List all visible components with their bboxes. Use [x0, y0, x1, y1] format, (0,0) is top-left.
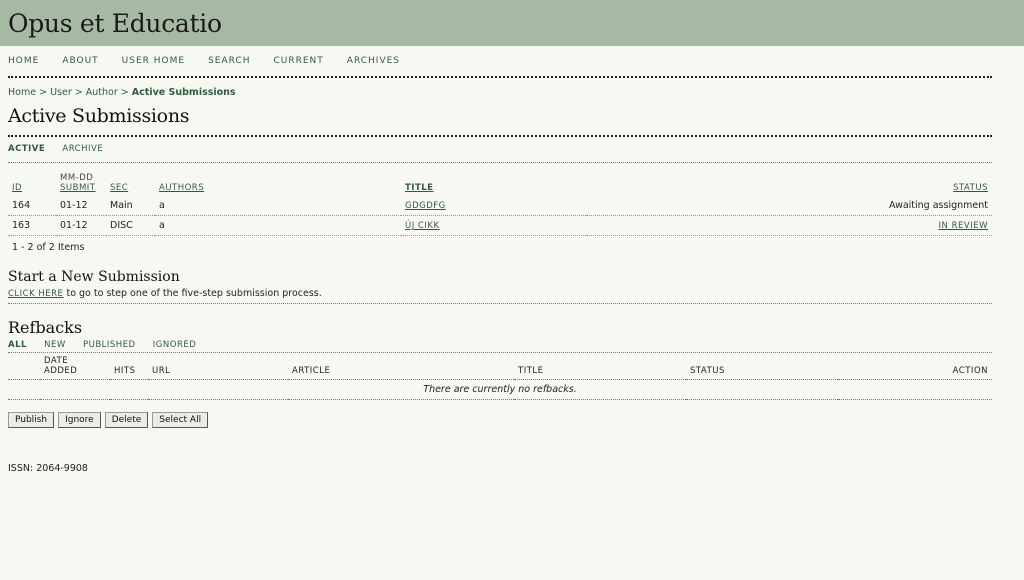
table-row: 164 01-12 Main a GDGDFG Awaiting assignm…	[8, 196, 992, 216]
cell-date: 01-12	[56, 215, 106, 236]
tab-archive[interactable]: ARCHIVE	[62, 144, 103, 154]
refback-article-header: ARTICLE	[292, 366, 331, 376]
main-content: HOME ABOUT USER HOME SEARCH CURRENT ARCH…	[8, 46, 992, 474]
tab-active[interactable]: ACTIVE	[8, 144, 45, 154]
refbacks-header-row: DATE ADDED HITS URL ARTICLE TITLE STATUS…	[8, 353, 992, 380]
refback-action-header: ACTION	[952, 366, 988, 376]
refback-tabs: ALL NEW PUBLISHED IGNORED	[8, 340, 992, 353]
nav-about[interactable]: ABOUT	[62, 56, 98, 66]
refback-url-header: URL	[152, 366, 171, 376]
table-header-row: ID MM-DD SUBMIT SEC AUTHORS TITLE STATUS	[8, 170, 992, 196]
issn-footer: ISSN: 2064-9908	[8, 463, 88, 474]
refback-title-header: TITLE	[518, 366, 544, 376]
no-refbacks-message: There are currently no refbacks.	[423, 384, 577, 395]
sort-title[interactable]: TITLE	[405, 183, 433, 193]
new-submission-text: CLICK HERE to go to step one of the five…	[8, 288, 992, 303]
top-nav: HOME ABOUT USER HOME SEARCH CURRENT ARCH…	[8, 46, 992, 78]
refback-tab-new[interactable]: NEW	[44, 340, 66, 350]
click-here-link[interactable]: CLICK HERE	[8, 289, 63, 299]
sort-section[interactable]: SEC	[110, 183, 128, 193]
cell-date: 01-12	[56, 196, 106, 216]
page-title: Active Submissions	[8, 105, 190, 127]
table-row: 163 01-12 DISC a ÚJ CIKK IN REVIEW	[8, 215, 992, 236]
breadcrumb-user[interactable]: User	[50, 87, 72, 98]
refbacks-table: DATE ADDED HITS URL ARTICLE TITLE STATUS…	[8, 353, 992, 400]
ignore-button[interactable]: Ignore	[58, 412, 101, 428]
sort-status[interactable]: STATUS	[953, 183, 988, 193]
refback-hits-header: HITS	[114, 366, 136, 376]
date-header-top: MM-DD	[60, 173, 94, 183]
breadcrumb-separator: >	[74, 87, 83, 98]
refbacks-empty-row: There are currently no refbacks.	[8, 379, 992, 400]
site-title: Opus et Educatio	[8, 8, 222, 38]
breadcrumb: Home > User > Author > Active Submission…	[8, 87, 992, 98]
items-count: 1 - 2 of 2 Items	[12, 242, 85, 253]
sort-submit-date[interactable]: SUBMIT	[60, 183, 95, 193]
cell-authors: a	[155, 196, 401, 216]
breadcrumb-separator: >	[39, 87, 48, 98]
nav-home[interactable]: HOME	[8, 56, 39, 66]
refback-date-header: ADDED	[44, 366, 78, 376]
cell-id: 163	[8, 215, 56, 236]
select-all-button[interactable]: Select All	[152, 412, 209, 428]
cell-section: DISC	[106, 215, 155, 236]
new-submission-heading: Start a New Submission	[8, 269, 180, 285]
nav-search[interactable]: SEARCH	[208, 56, 250, 66]
refback-tab-all[interactable]: ALL	[8, 340, 27, 350]
cell-id: 164	[8, 196, 56, 216]
refback-status-header: STATUS	[690, 366, 725, 376]
refback-date-top: DATE	[44, 356, 69, 366]
nav-current[interactable]: CURRENT	[273, 56, 323, 66]
cell-authors: a	[155, 215, 401, 236]
new-submission-description: to go to step one of the five-step submi…	[66, 288, 322, 299]
breadcrumb-home[interactable]: Home	[8, 87, 36, 98]
nav-user-home[interactable]: USER HOME	[122, 56, 185, 66]
refback-tab-ignored[interactable]: IGNORED	[153, 340, 196, 350]
status-link[interactable]: IN REVIEW	[939, 221, 988, 231]
breadcrumb-current[interactable]: Active Submissions	[132, 87, 236, 98]
cell-status: Awaiting assignment	[585, 196, 992, 216]
refbacks-heading: Refbacks	[8, 318, 83, 337]
sort-id[interactable]: ID	[12, 183, 22, 193]
submission-tabs: ACTIVE ARCHIVE	[8, 144, 992, 163]
delete-button[interactable]: Delete	[104, 412, 149, 428]
refback-actions: Publish Ignore Delete Select All	[8, 412, 992, 428]
sort-authors[interactable]: AUTHORS	[159, 183, 204, 193]
breadcrumb-separator: >	[120, 87, 129, 98]
nav-archives[interactable]: ARCHIVES	[347, 56, 400, 66]
site-header: Opus et Educatio	[0, 0, 1024, 46]
refback-tab-published[interactable]: PUBLISHED	[83, 340, 136, 350]
cell-section: Main	[106, 196, 155, 216]
submissions-table: ID MM-DD SUBMIT SEC AUTHORS TITLE STATUS…	[8, 170, 992, 236]
publish-button[interactable]: Publish	[8, 412, 55, 428]
submission-title-link[interactable]: ÚJ CIKK	[405, 221, 440, 231]
submission-title-link[interactable]: GDGDFG	[405, 201, 446, 211]
breadcrumb-author[interactable]: Author	[86, 87, 118, 98]
